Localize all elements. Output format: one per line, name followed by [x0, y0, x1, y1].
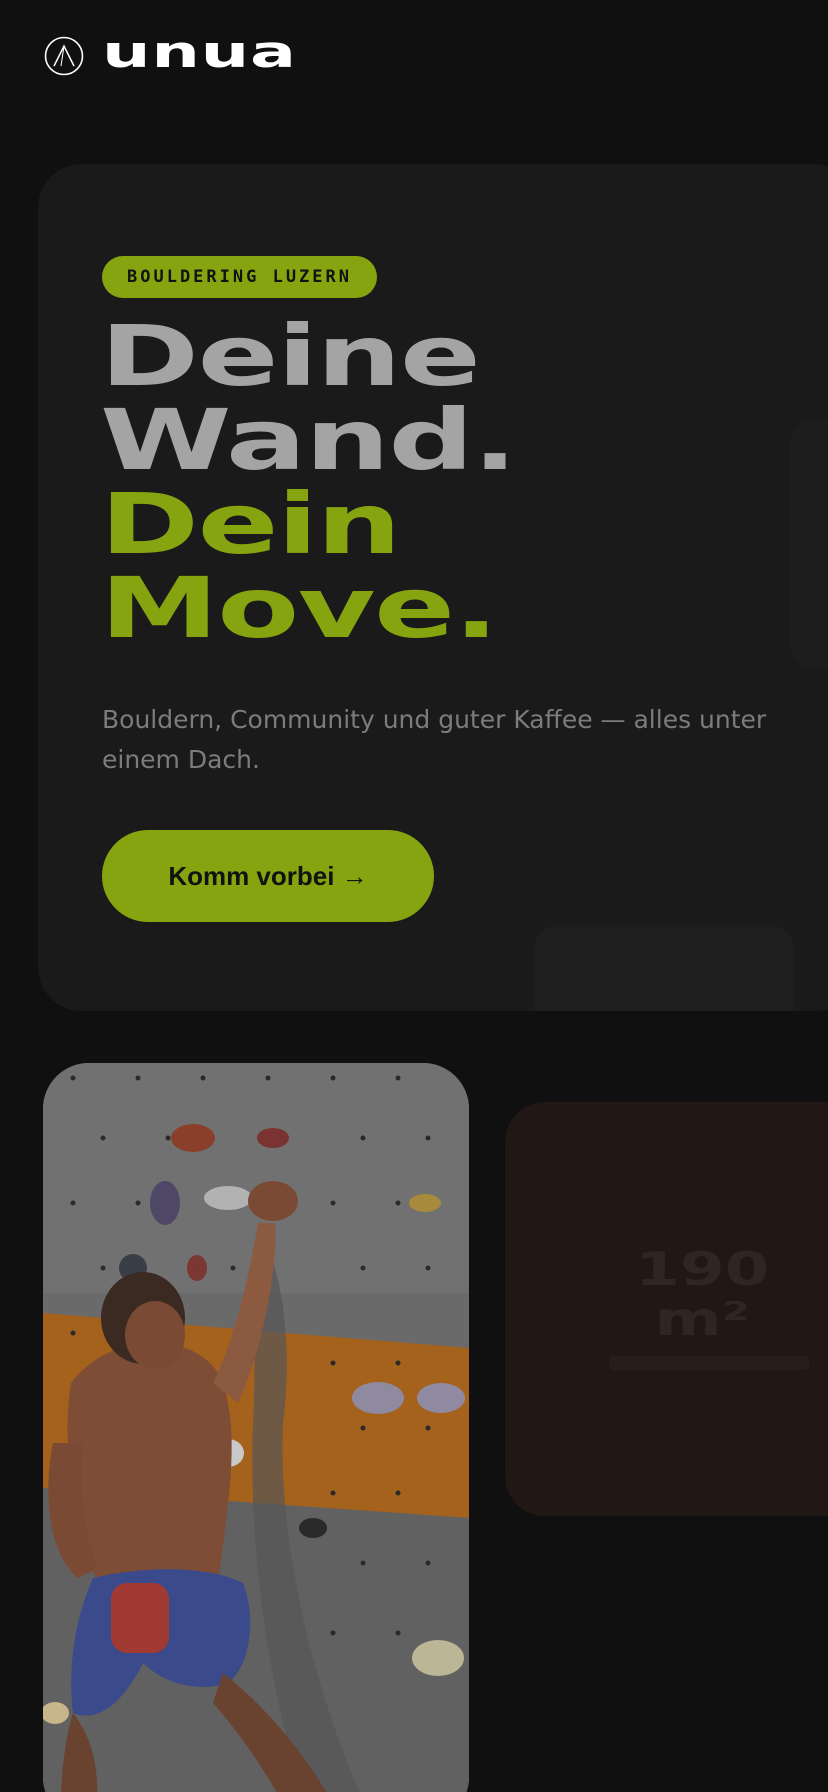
headline-line-accent: Move.: [100, 559, 499, 657]
site-header: unua: [44, 31, 296, 78]
headline-line: Deine: [100, 307, 481, 405]
hero-card: BOULDERING LUZERN Deine Wand. Dein Move.…: [38, 164, 828, 1011]
stat-label-placeholder: [609, 1356, 809, 1370]
stat-unit: m²: [654, 1292, 750, 1346]
location-badge: BOULDERING LUZERN: [102, 256, 377, 298]
page: unua BOULDERING LUZERN Deine Wand. Dein …: [0, 0, 828, 1792]
background-shape: [790, 419, 828, 669]
logo-wordmark[interactable]: unua: [102, 31, 297, 75]
headline-line-accent: Dein: [100, 475, 401, 573]
climber-photo: [43, 1063, 469, 1792]
visit-button[interactable]: Komm vorbei →: [102, 830, 434, 922]
mountain-circle-icon[interactable]: [44, 36, 84, 76]
hero-subline: Bouldern, Community und guter Kaffee — a…: [102, 705, 767, 774]
hero-headline: Deine Wand. Dein Move.: [100, 307, 518, 657]
area-stat-card: 190 m²: [505, 1102, 828, 1516]
stat-value: 190: [635, 1242, 770, 1296]
headline-line: Wand.: [100, 391, 518, 489]
background-shape: [534, 924, 794, 1011]
